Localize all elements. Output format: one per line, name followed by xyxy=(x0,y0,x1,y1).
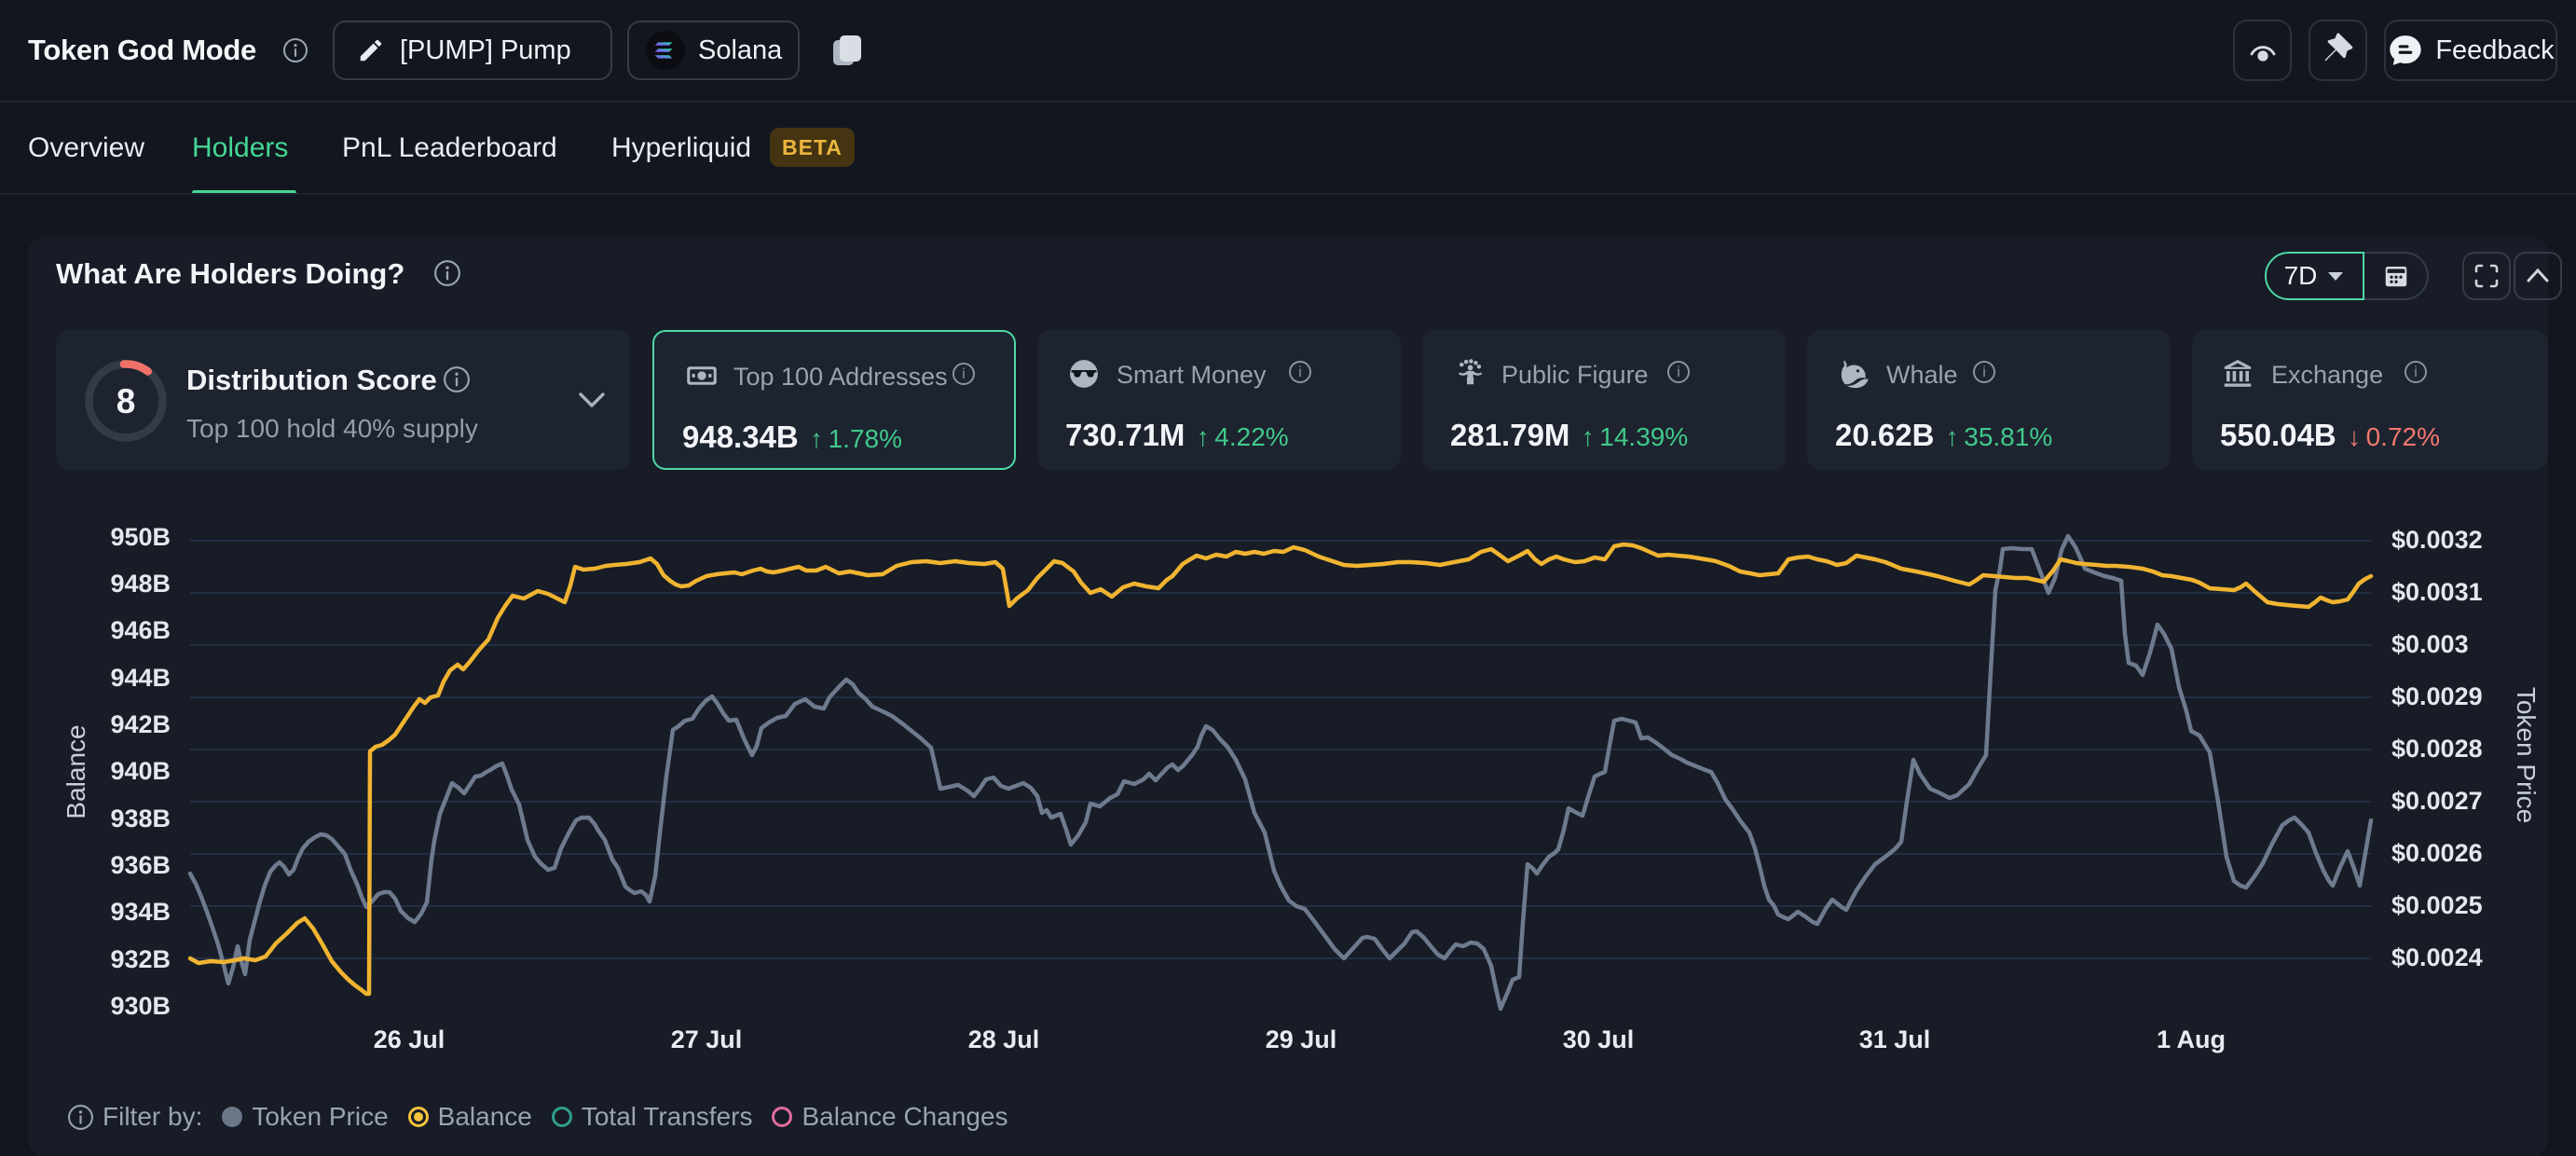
svg-text:8: 8 xyxy=(116,382,136,420)
